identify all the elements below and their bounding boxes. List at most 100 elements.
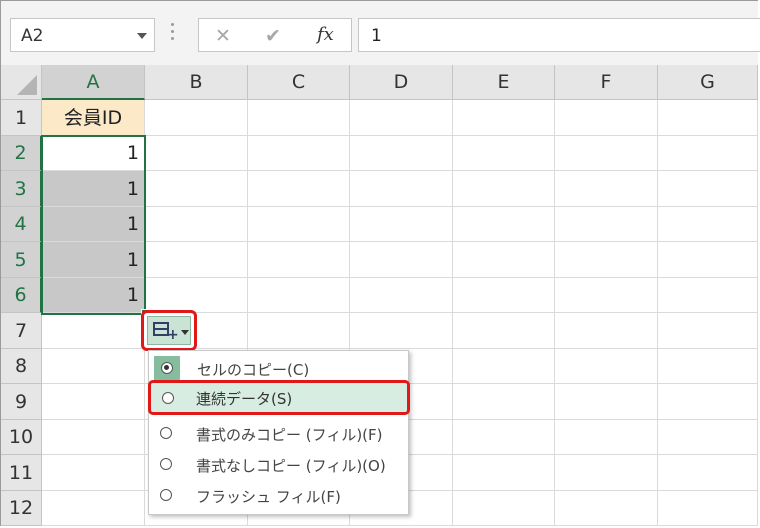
menu-item-fill-series-highlight[interactable]: 連続データ(S) xyxy=(148,380,410,415)
column-header-a[interactable]: A xyxy=(42,65,145,100)
cell-c1[interactable] xyxy=(248,100,350,136)
cell-g5[interactable] xyxy=(658,242,758,278)
cell-f5[interactable] xyxy=(555,242,658,278)
cell-g11[interactable] xyxy=(658,455,758,491)
cell-e12[interactable] xyxy=(453,491,555,526)
cell-e1[interactable] xyxy=(453,100,555,136)
menu-item-fill-without-formatting[interactable]: 書式なしコピー (フィル)(O) xyxy=(148,449,407,480)
name-box[interactable]: A2 xyxy=(10,18,155,52)
cell-f11[interactable] xyxy=(555,455,658,491)
cell-d1[interactable] xyxy=(350,100,453,136)
cell-a11[interactable] xyxy=(42,455,145,491)
cancel-icon[interactable]: ✕ xyxy=(215,25,231,47)
chevron-down-icon[interactable] xyxy=(137,33,147,39)
cell-d2[interactable] xyxy=(350,136,453,171)
cell-a9[interactable] xyxy=(42,384,145,420)
cell-a8[interactable] xyxy=(42,349,145,384)
cell-d6[interactable] xyxy=(350,278,453,313)
column-header-b[interactable]: B xyxy=(145,65,248,100)
column-header-g[interactable]: G xyxy=(658,65,758,100)
cell-c6[interactable] xyxy=(248,278,350,313)
insert-function-icon[interactable]: fx xyxy=(317,24,334,45)
formula-input[interactable]: 1 xyxy=(358,18,760,52)
cell-a6[interactable]: 1 xyxy=(42,278,145,313)
cell-e5[interactable] xyxy=(453,242,555,278)
column-header-f[interactable]: F xyxy=(555,65,658,100)
cell-d4[interactable] xyxy=(350,207,453,242)
cell-g9[interactable] xyxy=(658,384,758,420)
menu-item-fill-formatting-only[interactable]: 書式のみコピー (フィル)(F) xyxy=(148,418,407,449)
cell-e10[interactable] xyxy=(453,420,555,455)
cell-g8[interactable] xyxy=(658,349,758,384)
cell-e4[interactable] xyxy=(453,207,555,242)
cell-d5[interactable] xyxy=(350,242,453,278)
auto-fill-options-button[interactable]: + xyxy=(141,310,197,351)
cell-a2[interactable]: 1 xyxy=(42,136,145,171)
row-header-10[interactable]: 10 xyxy=(1,420,42,455)
cell-g3[interactable] xyxy=(658,171,758,207)
row-header-9[interactable]: 9 xyxy=(1,384,42,420)
select-all-corner[interactable] xyxy=(1,65,42,100)
cell-a3[interactable]: 1 xyxy=(42,171,145,207)
cell-e7[interactable] xyxy=(453,313,555,349)
row-header-1[interactable]: 1 xyxy=(1,100,42,136)
cell-g2[interactable] xyxy=(658,136,758,171)
cell-g6[interactable] xyxy=(658,278,758,313)
cell-f8[interactable] xyxy=(555,349,658,384)
row-header-12[interactable]: 12 xyxy=(1,491,42,526)
cell-c5[interactable] xyxy=(248,242,350,278)
cell-e9[interactable] xyxy=(453,384,555,420)
cell-b4[interactable] xyxy=(145,207,248,242)
row-header-5[interactable]: 5 xyxy=(1,242,42,278)
cell-c3[interactable] xyxy=(248,171,350,207)
cell-g7[interactable] xyxy=(658,313,758,349)
cell-f2[interactable] xyxy=(555,136,658,171)
cell-f7[interactable] xyxy=(555,313,658,349)
column-header-c[interactable]: C xyxy=(248,65,350,100)
cell-e6[interactable] xyxy=(453,278,555,313)
cell-f12[interactable] xyxy=(555,491,658,526)
cell-d7[interactable] xyxy=(350,313,453,349)
cell-g1[interactable] xyxy=(658,100,758,136)
cell-a5[interactable]: 1 xyxy=(42,242,145,278)
cell-a4[interactable]: 1 xyxy=(42,207,145,242)
cell-b1[interactable] xyxy=(145,100,248,136)
cell-f10[interactable] xyxy=(555,420,658,455)
row-header-8[interactable]: 8 xyxy=(1,349,42,384)
cell-a7[interactable] xyxy=(42,313,145,349)
row-header-4[interactable]: 4 xyxy=(1,207,42,242)
cell-g10[interactable] xyxy=(658,420,758,455)
cell-e11[interactable] xyxy=(453,455,555,491)
row-header-3[interactable]: 3 xyxy=(1,171,42,207)
menu-item-flash-fill[interactable]: フラッシュ フィル(F) xyxy=(148,480,407,511)
row-header-11[interactable]: 11 xyxy=(1,455,42,491)
cell-a10[interactable] xyxy=(42,420,145,455)
enter-icon[interactable]: ✔ xyxy=(265,25,281,47)
row-header-2[interactable]: 2 xyxy=(1,136,42,171)
cell-g12[interactable] xyxy=(658,491,758,526)
cell-f6[interactable] xyxy=(555,278,658,313)
column-header-e[interactable]: E xyxy=(453,65,555,100)
cell-g4[interactable] xyxy=(658,207,758,242)
cell-f3[interactable] xyxy=(555,171,658,207)
cell-b6[interactable] xyxy=(145,278,248,313)
cell-f9[interactable] xyxy=(555,384,658,420)
cell-e2[interactable] xyxy=(453,136,555,171)
cell-a1[interactable]: 会員ID xyxy=(42,100,145,136)
cell-b3[interactable] xyxy=(145,171,248,207)
cell-c4[interactable] xyxy=(248,207,350,242)
cell-e8[interactable] xyxy=(453,349,555,384)
menu-item-label: 書式のみコピー (フィル)(F) xyxy=(196,426,383,444)
cell-f4[interactable] xyxy=(555,207,658,242)
column-header-d[interactable]: D xyxy=(350,65,453,100)
cell-e3[interactable] xyxy=(453,171,555,207)
cell-b2[interactable] xyxy=(145,136,248,171)
row-header-7[interactable]: 7 xyxy=(1,313,42,349)
cell-b5[interactable] xyxy=(145,242,248,278)
cell-a12[interactable] xyxy=(42,491,145,526)
cell-c7[interactable] xyxy=(248,313,350,349)
row-header-6[interactable]: 6 xyxy=(1,278,42,313)
cell-d3[interactable] xyxy=(350,171,453,207)
cell-c2[interactable] xyxy=(248,136,350,171)
cell-f1[interactable] xyxy=(555,100,658,136)
